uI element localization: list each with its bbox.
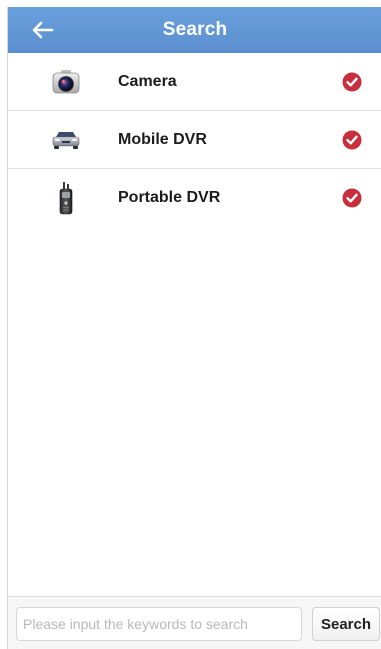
search-bar: Search <box>8 596 381 649</box>
list-item-label: Camera <box>118 73 177 90</box>
car-icon <box>51 120 81 160</box>
list-item-portable-dvr[interactable]: Portable DVR <box>8 169 381 226</box>
camera-icon <box>51 62 81 102</box>
app-screen: Search Camera Mobile DVR Portable DVR Pl… <box>0 0 381 649</box>
search-input[interactable] <box>16 607 302 641</box>
check-icon <box>342 72 362 92</box>
portable-dvr-icon <box>51 178 81 218</box>
list-item-camera[interactable]: Camera <box>8 53 381 111</box>
header-bar: Search <box>8 7 381 53</box>
list-item-label: Mobile DVR <box>118 131 207 148</box>
list-item-mobile-dvr[interactable]: Mobile DVR <box>8 111 381 169</box>
check-icon <box>342 188 362 208</box>
device-type-list: Camera Mobile DVR Portable DVR <box>8 53 381 226</box>
frame-edge <box>0 0 7 649</box>
search-screen: Search Camera Mobile DVR Portable DVR Pl… <box>7 7 381 649</box>
search-button[interactable]: Search <box>312 607 380 641</box>
check-icon <box>342 130 362 150</box>
page-title: Search <box>162 19 228 40</box>
list-item-label: Portable DVR <box>118 189 221 206</box>
